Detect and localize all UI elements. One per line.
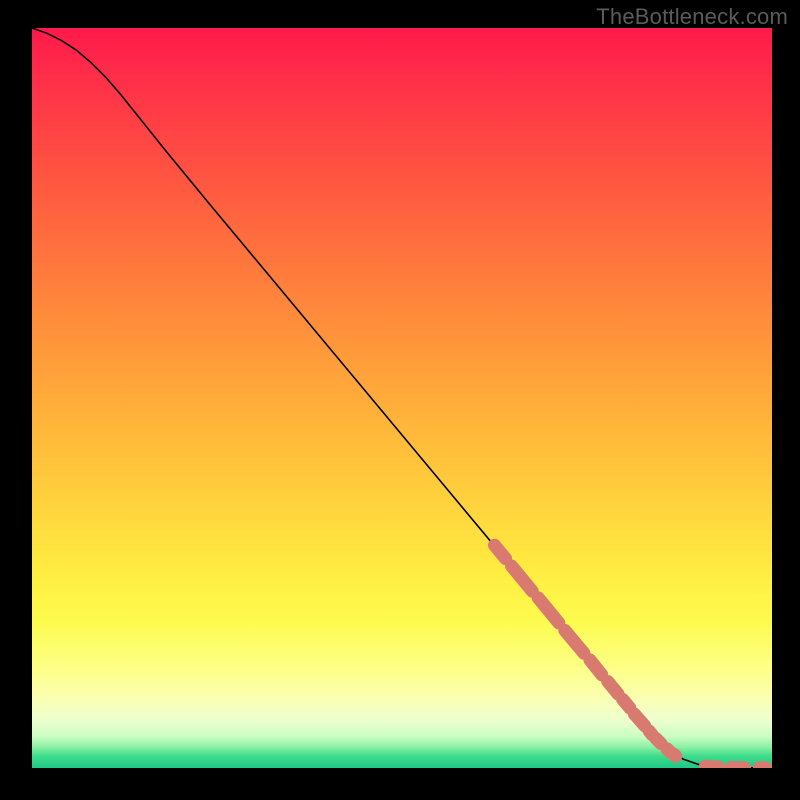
plot-area [32,28,772,768]
chart-frame: TheBottleneck.com [0,0,800,800]
watermark-text: TheBottleneck.com [596,4,788,30]
chart-svg [32,28,772,768]
gradient-background [32,28,772,768]
